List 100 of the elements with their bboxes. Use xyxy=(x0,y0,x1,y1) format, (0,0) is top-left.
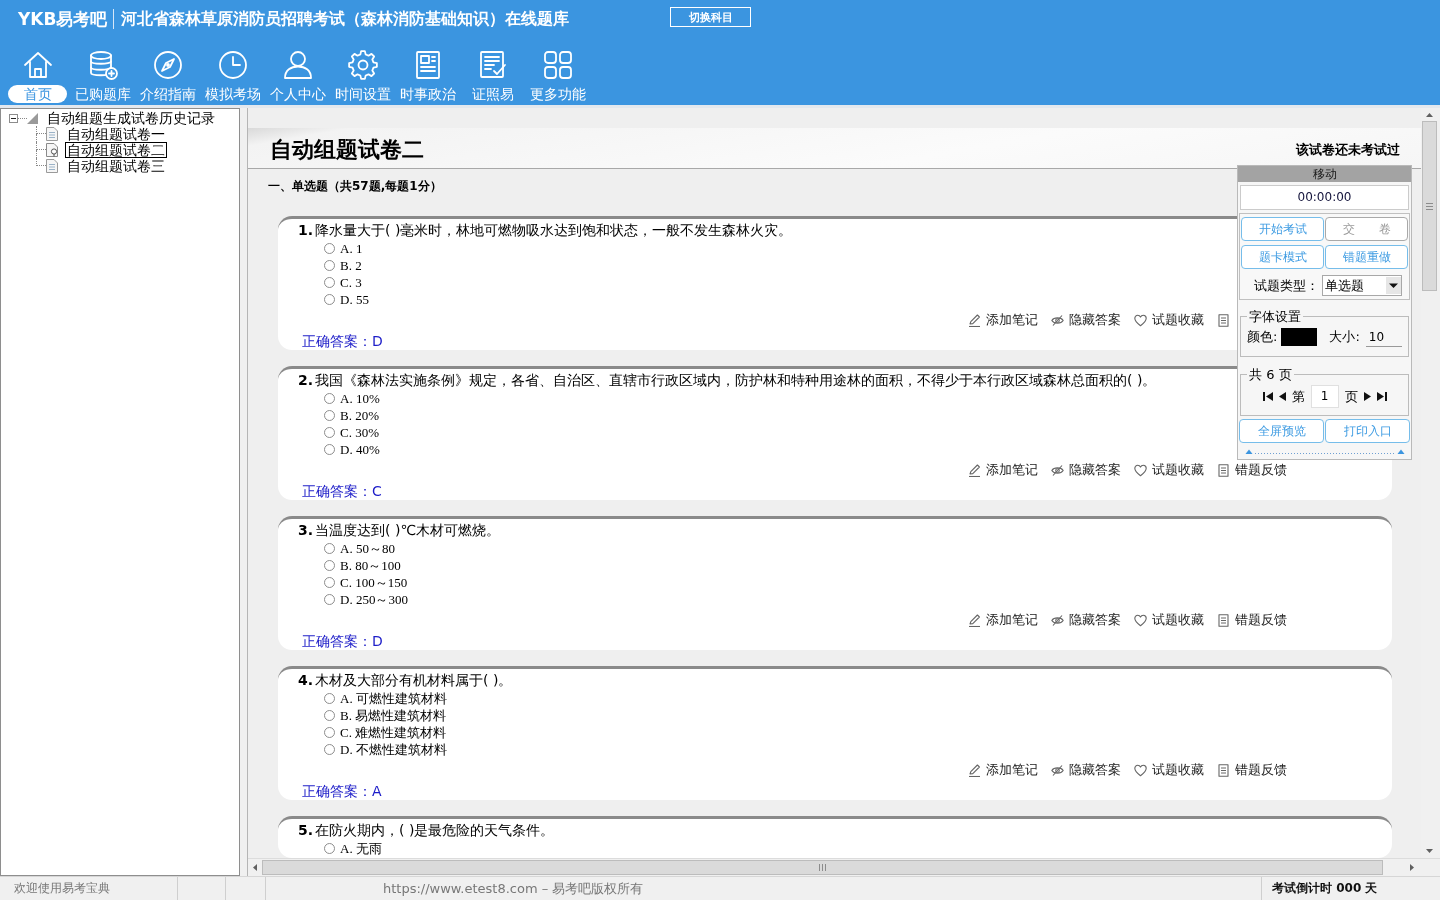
favorite-button[interactable]: 试题收藏 xyxy=(1134,312,1207,328)
add-note-button[interactable]: 添加笔记 xyxy=(968,762,1041,778)
radio-icon[interactable] xyxy=(324,710,335,721)
radio-icon[interactable] xyxy=(324,294,335,305)
heart-icon xyxy=(1134,613,1147,627)
tree-item[interactable]: 自动组题试卷二 xyxy=(65,142,167,158)
document-icon[interactable] xyxy=(1217,313,1230,327)
question-number: 5. xyxy=(298,821,314,839)
error-feedback-button[interactable]: 错题反馈 xyxy=(1217,462,1290,478)
radio-icon[interactable] xyxy=(324,277,335,288)
hide-answer-button[interactable]: 隐藏答案 xyxy=(1051,312,1124,328)
favorite-button[interactable]: 试题收藏 xyxy=(1134,762,1207,778)
radio-icon[interactable] xyxy=(324,577,335,588)
radio-icon[interactable] xyxy=(324,444,335,455)
tree-item[interactable]: 自动组题试卷一 xyxy=(65,126,167,142)
option-text: A. 1 xyxy=(340,240,363,257)
document-icon xyxy=(46,127,58,141)
question-text: 降水量大于( )毫米时，林地可燃物吸水达到饱和状态，一般不发生森林火灾。 xyxy=(315,221,793,239)
question-type-select[interactable]: 单选题 xyxy=(1322,275,1402,296)
favorite-button[interactable]: 试题收藏 xyxy=(1134,462,1207,478)
database-plus-icon xyxy=(87,50,118,80)
document-icon xyxy=(46,159,58,173)
question-text: 当温度达到( )℃木材可燃烧。 xyxy=(315,521,501,539)
pencil-icon xyxy=(968,613,981,627)
question-text: 在防火期内，( )是最危险的天气条件。 xyxy=(315,821,555,839)
next-page-icon[interactable] xyxy=(1363,392,1371,401)
radio-icon[interactable] xyxy=(324,260,335,271)
radio-icon[interactable] xyxy=(324,744,335,755)
radio-icon[interactable] xyxy=(324,843,335,854)
horizontal-scrollbar[interactable] xyxy=(248,858,1440,876)
font-size-field[interactable]: 10 xyxy=(1365,327,1402,347)
previous-page-icon[interactable] xyxy=(1278,392,1286,401)
hide-answer-button[interactable]: 隐藏答案 xyxy=(1051,762,1124,778)
section-heading: 一、单选题（共57题,每题1分） xyxy=(268,178,442,194)
radio-icon[interactable] xyxy=(324,410,335,421)
error-feedback-button[interactable]: 错题反馈 xyxy=(1217,762,1290,778)
scrollbar-thumb[interactable] xyxy=(1422,121,1437,291)
pencil-icon xyxy=(968,463,981,477)
radio-icon[interactable] xyxy=(324,243,335,254)
checklist-icon xyxy=(477,50,508,80)
compass-icon xyxy=(152,50,183,80)
tree-collapse-icon[interactable] xyxy=(9,113,18,123)
page-number-field[interactable]: 1 xyxy=(1310,385,1339,408)
add-note-button[interactable]: 添加笔记 xyxy=(968,612,1041,628)
radio-icon[interactable] xyxy=(324,560,335,571)
answer-text: 正确答案：A xyxy=(301,783,382,799)
page-prefix: 第 xyxy=(1291,387,1305,406)
option-text: B. 2 xyxy=(340,257,362,274)
timer-display: 00:00:00 xyxy=(1240,185,1409,210)
tree-item[interactable]: 自动组题试卷三 xyxy=(65,158,167,174)
option-text: D. 250～300 xyxy=(340,591,408,608)
radio-icon[interactable] xyxy=(324,543,335,554)
scroll-down-icon[interactable] xyxy=(1426,849,1433,853)
radio-icon[interactable] xyxy=(324,594,335,605)
radio-icon[interactable] xyxy=(324,693,335,704)
eye-slash-icon xyxy=(1051,463,1064,477)
option-text: A. 无雨 xyxy=(340,840,382,857)
scroll-right-icon[interactable] xyxy=(1410,864,1414,871)
scrollbar-thumb[interactable] xyxy=(262,860,1383,875)
font-settings-legend: 字体设置 xyxy=(1247,309,1303,324)
favorite-button[interactable]: 试题收藏 xyxy=(1134,612,1207,628)
page-count-legend: 共 6 页 xyxy=(1247,367,1294,382)
option-text: B. 20% xyxy=(340,407,379,424)
eye-slash-icon xyxy=(1051,763,1064,777)
hide-answer-button[interactable]: 隐藏答案 xyxy=(1051,612,1124,628)
eye-slash-icon xyxy=(1051,313,1064,327)
caret-down-icon xyxy=(1386,277,1401,294)
size-label: 大小: xyxy=(1329,328,1360,346)
option-text: B. 80～100 xyxy=(340,557,401,574)
scroll-up-icon[interactable] xyxy=(1426,113,1433,117)
page-suffix: 页 xyxy=(1344,387,1358,406)
option-text: C. 100～150 xyxy=(340,574,408,591)
hide-answer-button[interactable]: 隐藏答案 xyxy=(1051,462,1124,478)
document-icon xyxy=(1217,463,1230,477)
document-icon xyxy=(1217,763,1230,777)
dotted-arrows-line-icon[interactable] xyxy=(1244,449,1405,455)
radio-icon[interactable] xyxy=(324,727,335,738)
color-swatch-icon[interactable] xyxy=(1281,328,1318,346)
scroll-left-icon[interactable] xyxy=(253,864,257,871)
last-page-icon[interactable] xyxy=(1376,392,1387,401)
option-text: A. 50～80 xyxy=(340,540,395,557)
tree-root-item[interactable]: 自动组题生成试卷历史记录 xyxy=(45,110,217,126)
error-feedback-button[interactable]: 错题反馈 xyxy=(1217,612,1290,628)
option-text: D. 55 xyxy=(340,291,369,308)
answer-text: 正确答案：C xyxy=(301,483,382,499)
option-text: A. 可燃性建筑材料 xyxy=(340,690,447,707)
paper-status: 该试卷还未考试过 xyxy=(1296,141,1400,159)
add-note-button[interactable]: 添加笔记 xyxy=(968,312,1041,328)
radio-icon[interactable] xyxy=(324,393,335,404)
option-text: A. 10% xyxy=(340,390,380,407)
color-label: 颜色: xyxy=(1247,328,1278,346)
panel-move-bar[interactable]: 移动 xyxy=(1238,166,1411,182)
first-page-icon[interactable] xyxy=(1262,392,1273,401)
copyright-text: https://www.etest8.com – 易考吧版权所有 xyxy=(383,879,644,898)
status-message: 欢迎使用易考宝典 xyxy=(14,880,110,897)
pencil-icon xyxy=(968,313,981,327)
grid-icon xyxy=(542,50,573,80)
settings-icon xyxy=(347,50,378,80)
add-note-button[interactable]: 添加笔记 xyxy=(968,462,1041,478)
radio-icon[interactable] xyxy=(324,427,335,438)
